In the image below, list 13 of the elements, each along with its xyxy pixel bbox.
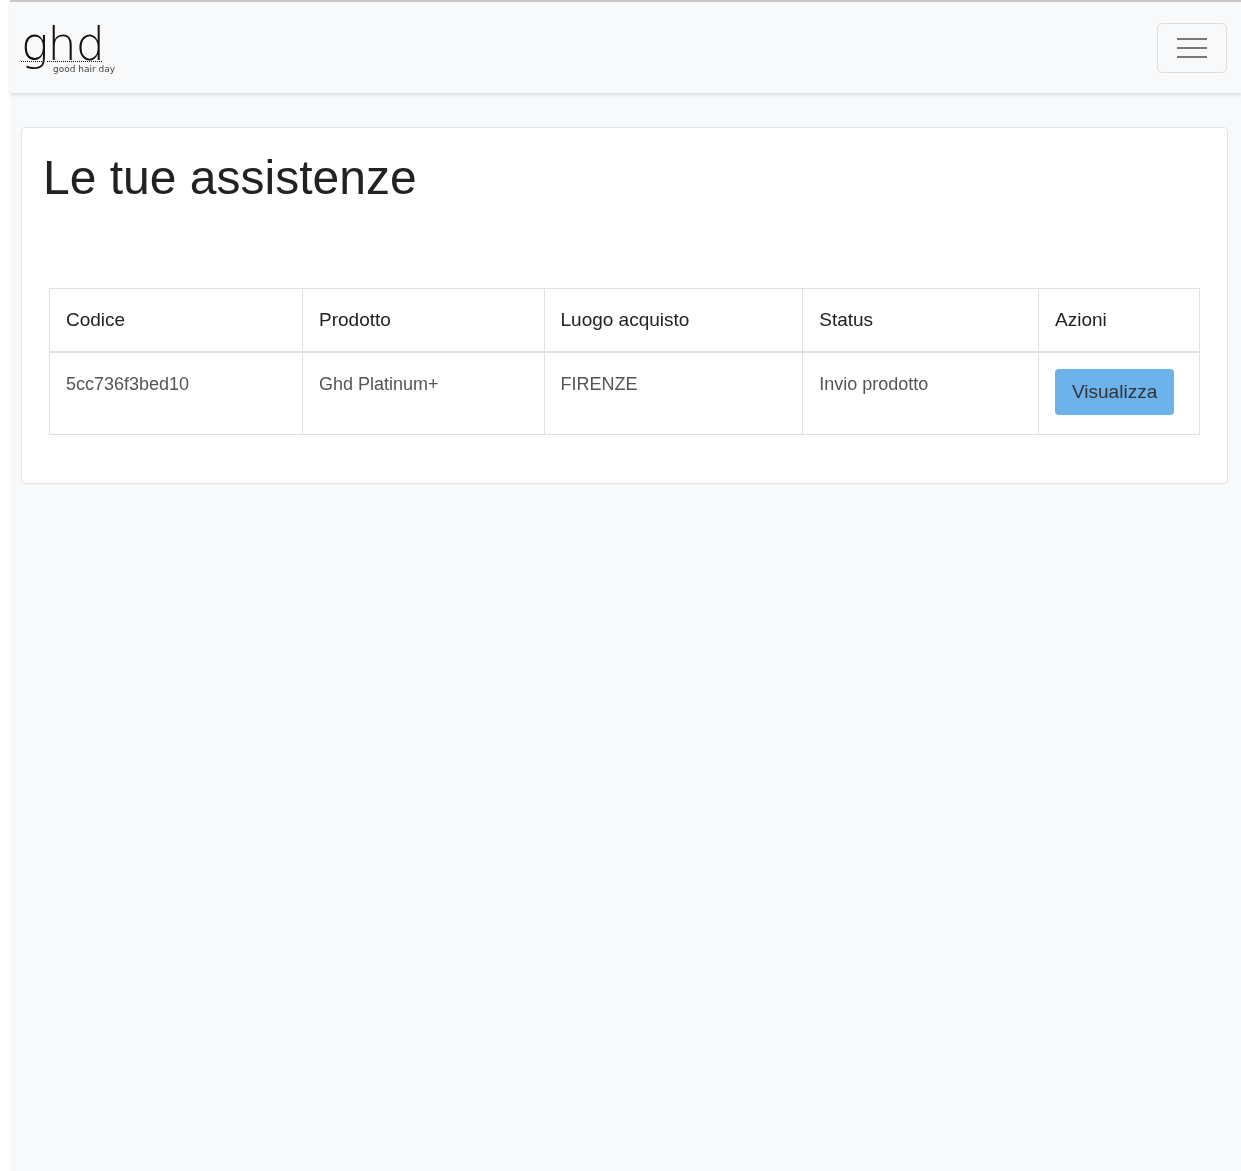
column-header: Luogo acquisto xyxy=(544,288,803,352)
column-header: Codice xyxy=(49,288,303,352)
menu-icon xyxy=(1177,35,1207,60)
page-title: Le tue assistenze xyxy=(43,150,418,206)
table-cell: Invio prodotto xyxy=(802,352,1039,435)
column-header: Prodotto xyxy=(302,288,544,352)
view-button[interactable]: Visualizza xyxy=(1055,369,1175,415)
table-cell: 5cc736f3bed10 xyxy=(49,352,303,435)
table-cell: Ghd Platinum+ xyxy=(302,352,544,435)
table-cell: FIRENZE xyxy=(544,352,803,435)
column-header: Azioni xyxy=(1038,288,1200,352)
column-header: Status xyxy=(802,288,1039,352)
menu-button[interactable] xyxy=(1157,22,1227,73)
